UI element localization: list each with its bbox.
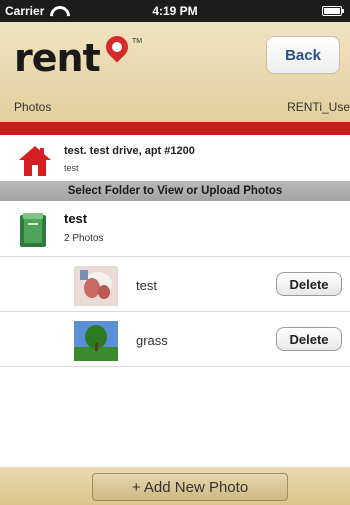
address-line: test. test drive, apt #1200 [64, 145, 195, 157]
folder-row[interactable]: test 2 Photos [0, 201, 350, 257]
section-header: Select Folder to View or Upload Photos [0, 181, 350, 201]
logo-pin-icon [101, 31, 133, 63]
property-address: test. test drive, apt #1200 test [0, 135, 350, 181]
photo-row[interactable]: test Delete [0, 258, 350, 312]
folder-title: test [64, 211, 88, 226]
photo-thumbnail [74, 266, 118, 306]
photo-thumbnail [74, 321, 118, 361]
delete-button[interactable]: Delete [276, 327, 342, 351]
status-bar: Carrier 4:19 PM [0, 0, 350, 22]
accent-divider [0, 122, 350, 135]
status-time: 4:19 PM [152, 4, 198, 18]
breadcrumb-user: RENTi_Use [287, 100, 350, 114]
add-new-photo-button[interactable]: + Add New Photo [92, 473, 288, 501]
folder-icon [20, 213, 46, 247]
address-subline: test [64, 163, 79, 173]
folder-count: 2 Photos [64, 233, 104, 244]
back-button[interactable]: Back [266, 36, 340, 74]
logo-trademark: TM [132, 38, 143, 45]
photo-name: test [136, 278, 157, 293]
house-icon [18, 145, 52, 177]
app-header: rent TM Back Photos RENTi_Use [0, 22, 350, 122]
bottom-toolbar: + Add New Photo [0, 467, 350, 505]
photo-name: grass [136, 333, 168, 348]
battery-icon [322, 6, 344, 16]
photo-row[interactable]: grass Delete [0, 313, 350, 367]
delete-button[interactable]: Delete [276, 272, 342, 296]
renti-logo: rent TM [14, 31, 154, 87]
breadcrumb-photos: Photos [14, 100, 52, 114]
logo-wordmark: rent [14, 36, 101, 80]
